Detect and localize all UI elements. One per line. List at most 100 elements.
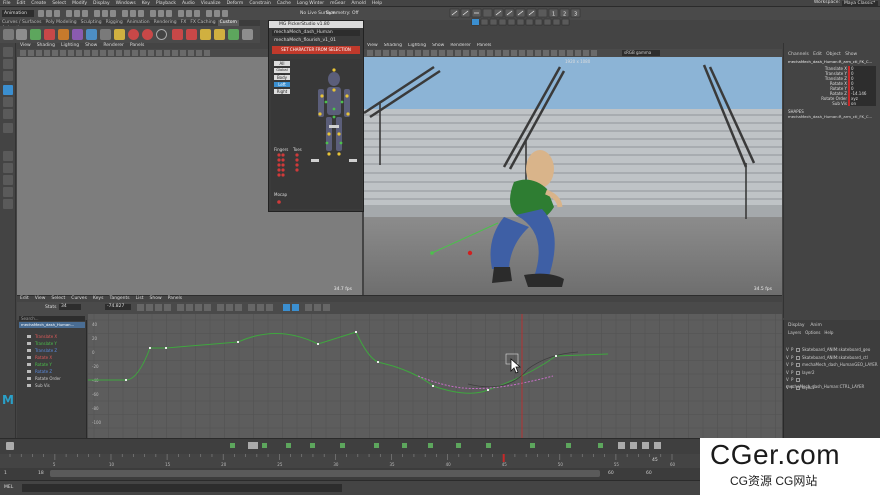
viewport-camera-right[interactable]: View Shading Lighting Show Renderer Panels sR… — [364, 43, 782, 295]
paint-select-tool-icon[interactable] — [3, 71, 13, 81]
keyframe[interactable] — [555, 355, 557, 357]
layer-color-swatch[interactable] — [796, 385, 800, 390]
panel-menu-view[interactable]: View — [364, 43, 381, 48]
display-tab[interactable]: Display — [788, 323, 805, 328]
options-menu[interactable]: Options — [805, 330, 820, 335]
panel-menu-view[interactable]: View — [32, 296, 49, 301]
lasso-tool-icon[interactable] — [3, 59, 13, 69]
panel-menu-renderer[interactable]: Renderer — [100, 43, 127, 48]
menu-edit[interactable]: Edit — [14, 0, 29, 7]
keyframe[interactable] — [377, 361, 379, 363]
layout-four-icon[interactable] — [3, 163, 13, 173]
last-tool-icon[interactable] — [3, 123, 13, 133]
menu-visualize[interactable]: Visualize — [198, 0, 224, 7]
channels-tab[interactable]: Channels — [788, 52, 809, 57]
menu-playback[interactable]: Playback — [153, 0, 179, 7]
shelf-tool-icon[interactable] — [100, 29, 111, 40]
panel-menu-keys[interactable]: Keys — [90, 296, 107, 301]
layout-single-icon[interactable] — [3, 151, 13, 161]
keyframe[interactable] — [149, 347, 151, 349]
layer-row[interactable]: V PmechaMech_dash_Human:CTRL_LAYER — [786, 376, 878, 389]
layer-row[interactable]: V Player2 — [786, 369, 878, 376]
layer-color-swatch[interactable] — [796, 370, 800, 375]
shelf-tool-icon[interactable] — [58, 29, 69, 40]
shelf-tool-icon[interactable] — [186, 29, 197, 40]
shelf-tool-icon[interactable] — [228, 29, 239, 40]
menu-create[interactable]: Create — [28, 0, 49, 7]
anim-curve-grey[interactable] — [467, 351, 579, 388]
outliner-channel[interactable]: Sub Vis — [27, 383, 50, 389]
menu-windows[interactable]: Windows — [113, 0, 139, 7]
layer-row[interactable]: V PmechaMech_dash_HumanGEO_LAYER — [786, 361, 878, 368]
panel-menu-edit[interactable]: Edit — [17, 296, 32, 301]
mode-select[interactable]: Animation — [2, 10, 34, 17]
layer-row[interactable]: V Player1 — [786, 384, 878, 391]
menu-audio[interactable]: Audio — [179, 0, 198, 7]
shelf-tool-icon[interactable] — [30, 29, 41, 40]
outliner-channel[interactable]: Rotate Order — [27, 376, 61, 382]
anim-tab[interactable]: Anim — [810, 323, 822, 328]
color-space-select[interactable]: sRGB gamma — [622, 50, 660, 56]
shelf-tool-icon[interactable] — [172, 29, 183, 40]
outliner-channel[interactable]: Translate X — [27, 334, 57, 340]
outliner-search-input[interactable]: Search... — [19, 316, 85, 321]
menu-modify[interactable]: Modify — [69, 0, 90, 7]
layer-color-swatch[interactable] — [796, 355, 800, 360]
menu-display[interactable]: Display — [90, 0, 113, 7]
shelf-tool-icon[interactable] — [16, 29, 27, 40]
shelf-tool-icon[interactable] — [214, 29, 225, 40]
menu-constrain[interactable]: Constrain — [246, 0, 274, 7]
outliner-root-node[interactable]: mechaMech_dash_Human... — [19, 322, 85, 328]
channel-row[interactable]: Sub Vis on — [784, 101, 880, 106]
layer-row[interactable]: V P Skateboard_ANIM:skateboard_ctl — [786, 354, 878, 361]
menu-help[interactable]: Help — [369, 0, 385, 7]
set-character-button[interactable]: SET CHARACTER FROM SELECTION — [272, 46, 360, 54]
outliner-channel[interactable]: Translate Y — [27, 341, 57, 347]
menu-key[interactable]: Key — [139, 0, 153, 7]
panel-menu-list[interactable]: List — [133, 296, 147, 301]
keyframe[interactable] — [237, 341, 239, 343]
shelf-tool-icon[interactable] — [200, 29, 211, 40]
panel-menu-renderer[interactable]: Renderer — [447, 43, 474, 48]
panel-menu-panels[interactable]: Panels — [127, 43, 147, 48]
picker-body-map[interactable] — [271, 59, 362, 209]
menu-cache[interactable]: Cache — [274, 0, 294, 7]
layer-color-swatch[interactable] — [796, 363, 800, 367]
panel-menu-shading[interactable]: Shading — [381, 43, 405, 48]
panel-menu-shading[interactable]: Shading — [34, 43, 58, 48]
select-tool-icon[interactable] — [3, 47, 13, 57]
layout-stack-icon[interactable] — [3, 187, 13, 197]
menu-file[interactable]: File — [0, 0, 14, 7]
shelf-tool-icon[interactable] — [156, 29, 167, 40]
menu-long-winter[interactable]: Long Winter — [294, 0, 327, 7]
range-start-field[interactable]: 1 — [4, 471, 7, 476]
keyframe[interactable] — [317, 343, 319, 345]
shelf-tool-icon[interactable] — [44, 29, 55, 40]
outliner-channel[interactable]: Translate Z — [27, 348, 57, 354]
panel-menu-lighting[interactable]: Lighting — [405, 43, 429, 48]
range-total-field[interactable]: 60 — [646, 471, 652, 476]
graph-view[interactable]: 40 20 0 -20 -40 -60 -80 -100 — [88, 314, 782, 438]
command-input[interactable] — [22, 484, 342, 492]
time-field[interactable]: -74.827 — [105, 304, 131, 310]
stats-field[interactable]: 34 — [59, 304, 81, 310]
symmetry-label[interactable]: Symmetry: Off — [326, 10, 359, 17]
layer-color-swatch[interactable] — [796, 378, 800, 382]
menu-arnold[interactable]: Arnold — [348, 0, 369, 7]
shelf-tool-icon[interactable] — [72, 29, 83, 40]
picker-character-select[interactable]: mechaMech_dash_Human — [272, 30, 360, 36]
range-slider-bar[interactable] — [50, 470, 600, 477]
outliner-channel[interactable]: Rotate X — [27, 355, 52, 361]
shelf-tool-icon[interactable] — [128, 29, 139, 40]
menu-deform[interactable]: Deform — [224, 0, 247, 7]
show-tab[interactable]: Show — [845, 52, 857, 57]
layout-side-icon[interactable] — [3, 175, 13, 185]
object-tab[interactable]: Object — [826, 52, 841, 57]
layout-outliner-icon[interactable] — [3, 199, 13, 209]
shelf-tool-icon[interactable] — [86, 29, 97, 40]
panel-menu-tangents[interactable]: Tangents — [106, 296, 132, 301]
range-inner-start-field[interactable]: 18 — [38, 471, 44, 476]
panel-menu-show[interactable]: Show — [82, 43, 100, 48]
layers-menu[interactable]: Layers — [788, 330, 801, 335]
keyframe[interactable] — [165, 347, 167, 349]
